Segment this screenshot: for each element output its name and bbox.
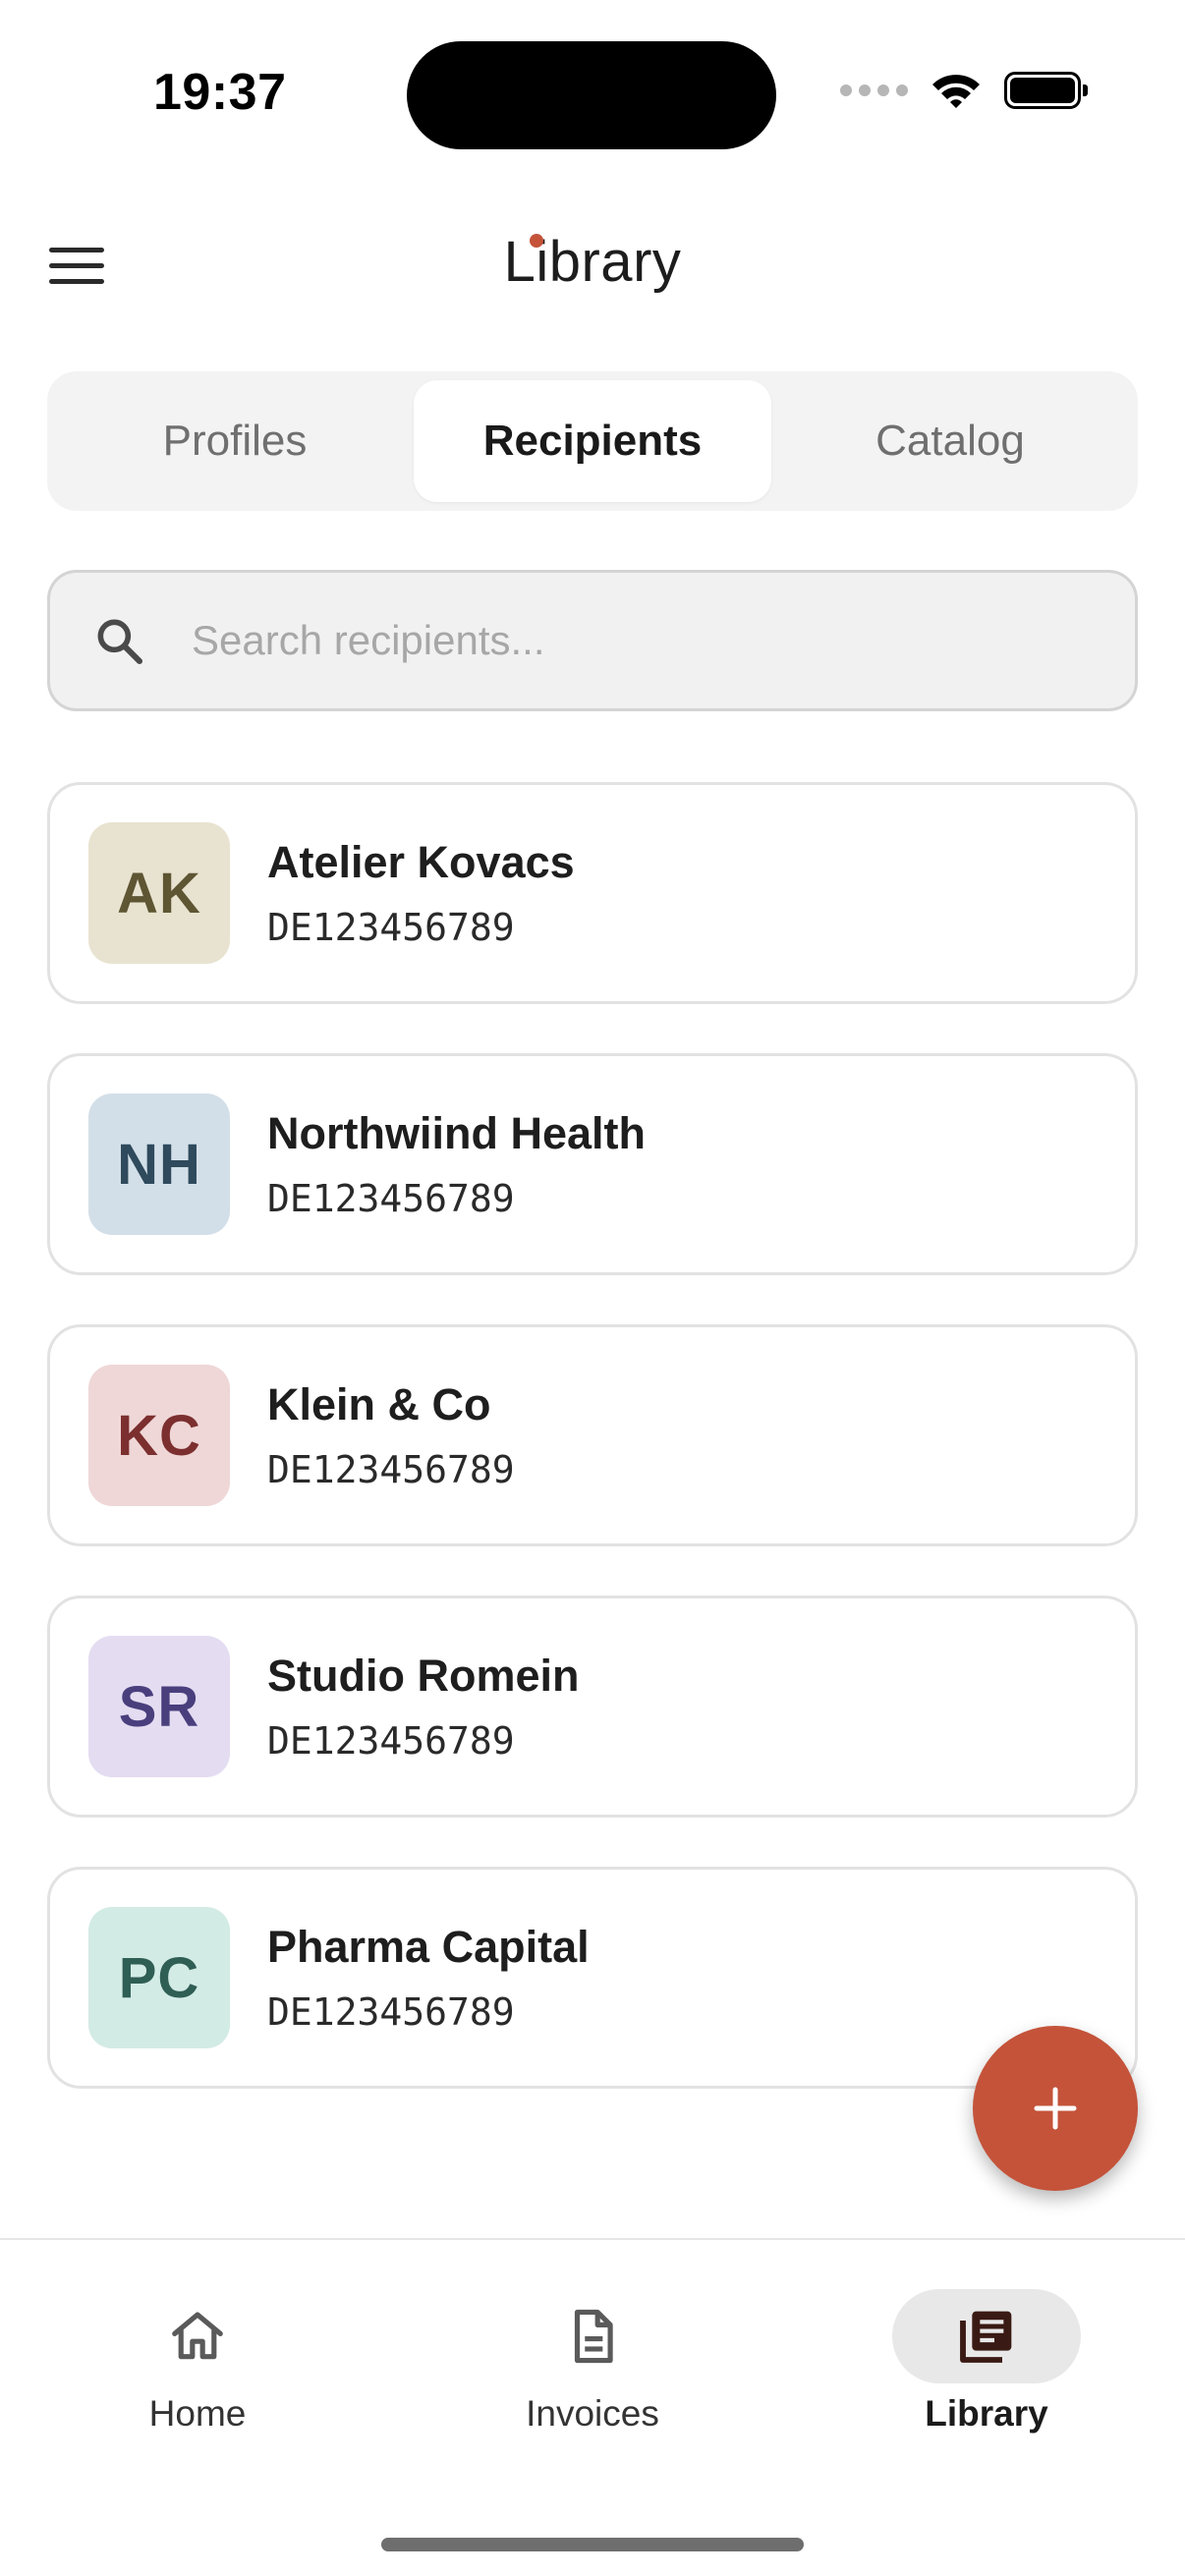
cellular-signal-icon [840,84,908,96]
recipient-card[interactable]: NH Northwiind Health DE123456789 [47,1053,1138,1275]
recipient-name: Northwiind Health [267,1108,646,1158]
home-indicator[interactable] [381,2538,804,2551]
home-icon [172,2312,223,2360]
status-icons [840,71,1088,110]
recipient-vat: DE123456789 [267,906,515,949]
nav-label: Library [925,2393,1048,2434]
recipient-vat: DE123456789 [267,1990,515,2034]
avatar: AK [88,822,230,964]
segmented-tabs: Profiles Recipients Catalog [47,371,1138,511]
recipient-name: Studio Romein [267,1651,580,1701]
recipient-list: AK Atelier Kovacs DE123456789 NH Northwi… [47,782,1138,2138]
screen: 19:37 Library Profiles Recipients Catalo… [0,0,1185,2576]
bottom-navigation: Home Invoices Library [0,2238,1185,2576]
recipient-vat: DE123456789 [267,1448,515,1491]
recipient-card[interactable]: SR Studio Romein DE123456789 [47,1596,1138,1818]
nav-label: Invoices [526,2393,659,2434]
nav-home[interactable]: Home [70,2289,325,2446]
library-icon [960,2311,1012,2363]
nav-invoices[interactable]: Invoices [465,2289,720,2446]
recipient-name: Klein & Co [267,1379,491,1429]
recipient-card[interactable]: AK Atelier Kovacs DE123456789 [47,782,1138,1004]
add-recipient-button[interactable] [973,2026,1138,2191]
recipient-vat: DE123456789 [267,1177,515,1220]
plus-icon [1034,2087,1077,2130]
tab-catalog[interactable]: Catalog [771,380,1129,502]
tab-profiles[interactable]: Profiles [56,380,414,502]
recipient-card[interactable]: PC Pharma Capital DE123456789 [47,1867,1138,2089]
notification-dot [530,234,543,248]
dynamic-island [407,41,776,149]
document-icon [574,2309,613,2364]
recipient-card[interactable]: KC Klein & Co DE123456789 [47,1324,1138,1546]
search-icon [89,611,148,670]
page-title: Library [503,230,682,294]
status-time: 19:37 [153,64,287,121]
nav-library[interactable]: Library [859,2289,1114,2446]
nav-label: Home [148,2393,247,2434]
search-bar [47,570,1138,711]
search-input[interactable] [192,617,1076,664]
wifi-icon [932,75,980,108]
tab-recipients[interactable]: Recipients [414,380,771,502]
avatar: PC [88,1907,230,2048]
recipient-name: Atelier Kovacs [267,837,575,887]
avatar: KC [88,1365,230,1506]
avatar: NH [88,1093,230,1235]
battery-icon [1004,72,1088,109]
avatar: SR [88,1636,230,1777]
recipient-vat: DE123456789 [267,1719,515,1763]
recipient-name: Pharma Capital [267,1922,590,1972]
